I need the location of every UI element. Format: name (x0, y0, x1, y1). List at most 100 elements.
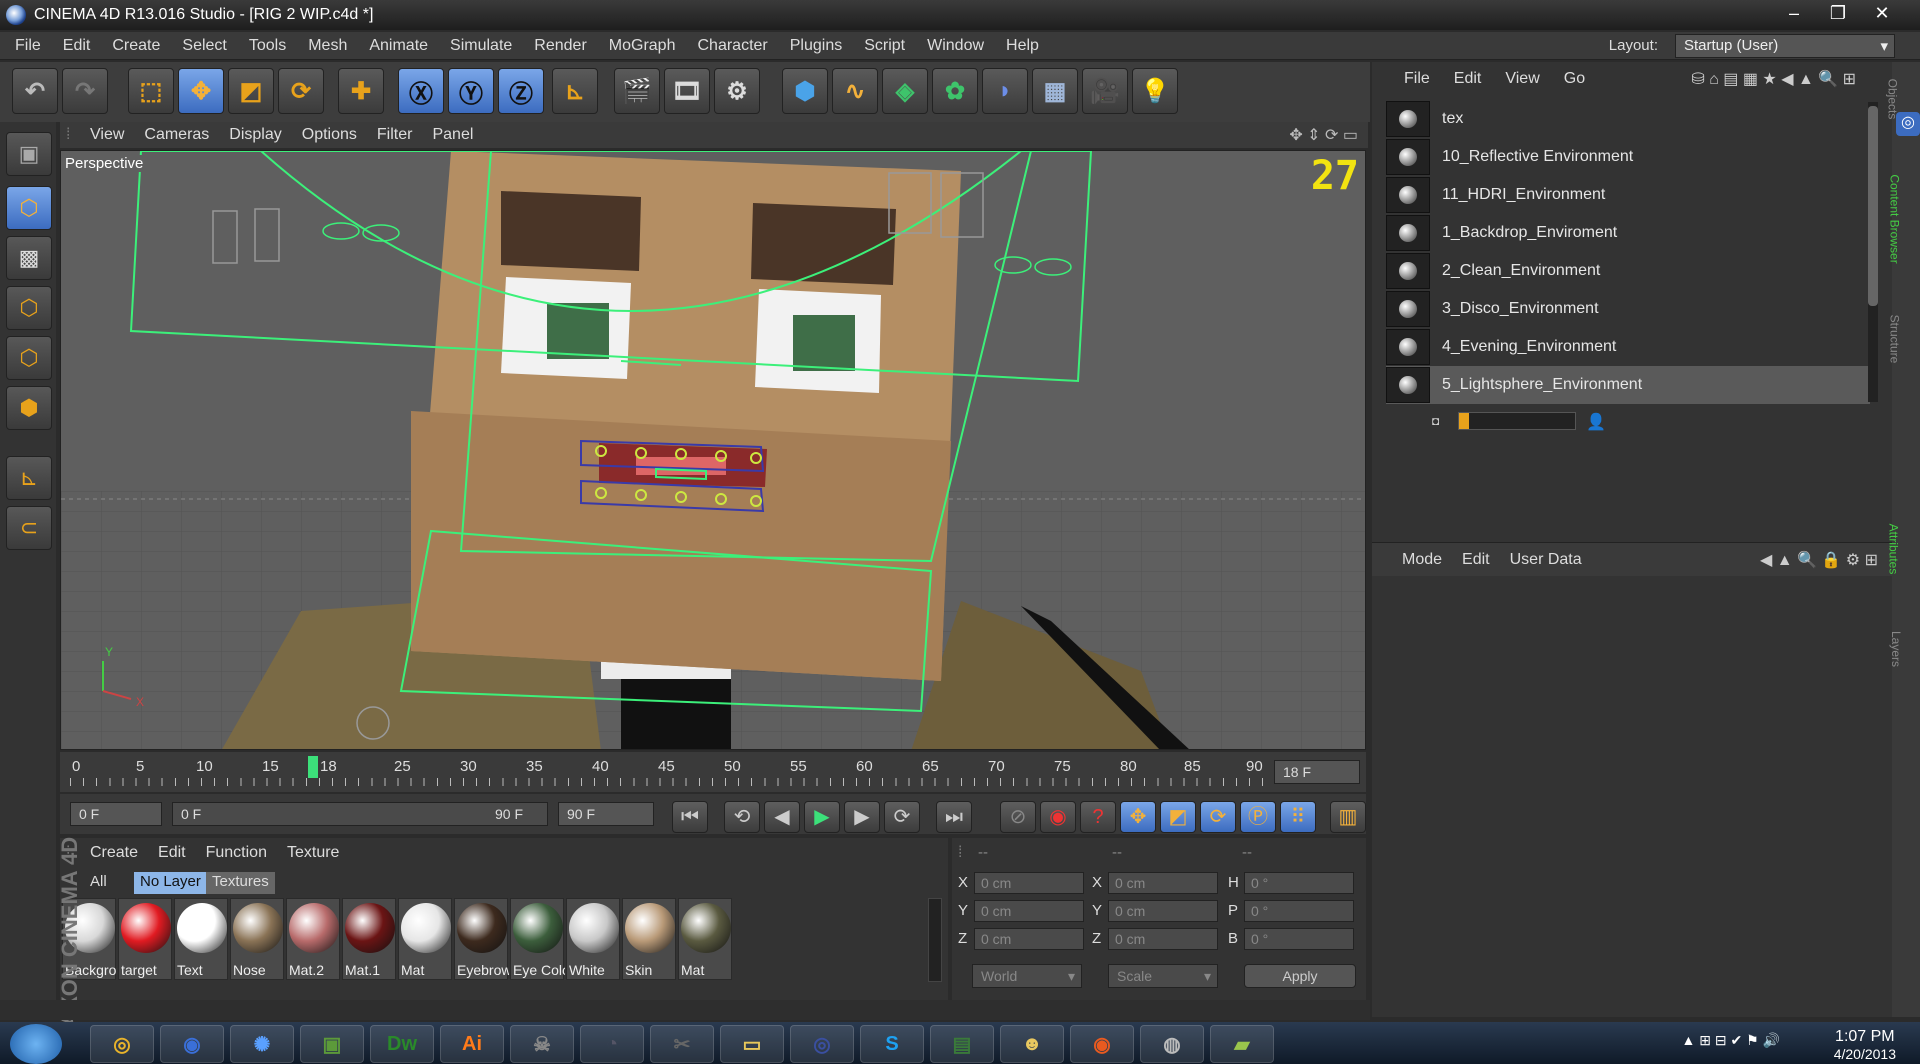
current-frame-marker[interactable] (308, 756, 318, 778)
material-swatch[interactable]: White (566, 898, 620, 980)
object-search-slider[interactable] (1458, 412, 1576, 430)
y-axis-lock-button[interactable]: Ⓨ (448, 68, 494, 114)
menu-animate[interactable]: Animate (358, 37, 439, 55)
range-slider[interactable]: 0 F 90 F (172, 802, 548, 826)
minimize-button[interactable]: ‒ (1774, 0, 1814, 26)
next-frame-button[interactable]: ▶ (844, 801, 880, 833)
close-button[interactable]: ✕ (1862, 0, 1902, 26)
menu-plugins[interactable]: Plugins (779, 37, 853, 55)
record-point-level-button[interactable]: ⠿ (1280, 801, 1316, 833)
coord-value-field[interactable]: 0 cm (974, 928, 1084, 950)
record-position-button[interactable]: ✥ (1120, 801, 1156, 833)
taskbar-app-icon[interactable]: ▭ (720, 1025, 784, 1063)
material-swatch[interactable]: Mat (398, 898, 452, 980)
slider-handle[interactable] (1459, 413, 1469, 429)
play-button[interactable]: ▶ (804, 801, 840, 833)
layout-select[interactable]: Startup (User) ▾ (1675, 34, 1895, 58)
content-browser-icon[interactable]: ◎ (1896, 112, 1920, 136)
timeline-ruler[interactable]: 0 5 10 15 18 25 30 35 40 45 50 55 60 65 … (60, 752, 1366, 792)
viewport-menu-panel[interactable]: Panel (422, 126, 483, 144)
keyframe-selection-button[interactable]: ? (1080, 801, 1116, 833)
material-swatch[interactable]: Skin (622, 898, 676, 980)
array-button[interactable]: ✿ (932, 68, 978, 114)
menu-character[interactable]: Character (686, 37, 778, 55)
coord-value-field[interactable]: 0 ° (1244, 928, 1354, 950)
polygon-mode-button[interactable]: ⬢ (6, 386, 52, 430)
object-menu-edit[interactable]: Edit (1442, 70, 1494, 88)
taskbar-app-icon[interactable]: ☻ (1000, 1025, 1064, 1063)
side-tab-structure[interactable]: Structure (1887, 315, 1901, 364)
taskbar-app-icon[interactable]: ▣ (300, 1025, 364, 1063)
material-swatch[interactable]: Eye Colc (510, 898, 565, 980)
viewport-menu-filter[interactable]: Filter (367, 126, 423, 144)
material-swatch[interactable]: Mat.1 (342, 898, 396, 980)
taskbar-app-icon[interactable]: ▰ (1210, 1025, 1274, 1063)
taskbar-app-icon[interactable]: ◎ (790, 1025, 854, 1063)
object-menu-file[interactable]: File (1392, 70, 1442, 88)
coordinate-tool-button[interactable]: ✚ (338, 68, 384, 114)
menu-file[interactable]: File (4, 37, 52, 55)
record-parameter-button[interactable]: Ⓟ (1240, 801, 1276, 833)
object-list-item[interactable]: 1_Backdrop_Enviroment (1386, 214, 1870, 252)
menu-window[interactable]: Window (916, 37, 995, 55)
taskbar-app-icon[interactable]: ▤ (930, 1025, 994, 1063)
coord-value-field[interactable]: 0 ° (1244, 872, 1354, 894)
object-list-item[interactable]: 4_Evening_Environment (1386, 328, 1870, 366)
taskbar-app-icon[interactable]: S (860, 1025, 924, 1063)
rotate-tool-button[interactable]: ⟳ (278, 68, 324, 114)
material-swatch[interactable]: Nose (230, 898, 284, 980)
viewport-menu-cameras[interactable]: Cameras (134, 126, 219, 144)
start-button[interactable] (10, 1024, 62, 1064)
live-selection-button[interactable]: ⬚ (128, 68, 174, 114)
user-icon[interactable]: 👤 (1586, 412, 1606, 432)
clock[interactable]: 1:07 PM 4/20/2013 (1834, 1028, 1896, 1062)
object-list-item[interactable]: 5_Lightsphere_Environment (1386, 366, 1870, 404)
taskbar-app-icon[interactable]: Ai (440, 1025, 504, 1063)
timeline-window-button[interactable]: ▥ (1330, 801, 1366, 833)
menu-script[interactable]: Script (853, 37, 916, 55)
taskbar-app-icon[interactable]: ☠ (510, 1025, 574, 1063)
x-axis-lock-button[interactable]: Ⓧ (398, 68, 444, 114)
previous-key-button[interactable]: ⟲ (724, 801, 760, 833)
material-swatch[interactable]: Eyebrow (454, 898, 509, 980)
record-keys-button[interactable]: ⊘ (1000, 801, 1036, 833)
viewport-nav-icons[interactable]: ✥ ⇕ ⟳ ▭ (1289, 125, 1358, 145)
go-to-start-button[interactable]: ⏮ (672, 801, 708, 833)
object-manager-toolbar-icons[interactable]: ⛁ ⌂ ▤ ▦ ★ ◀ ▲ 🔍 ⊞ (1691, 69, 1856, 89)
coord-value-field[interactable]: 0 ° (1244, 900, 1354, 922)
start-frame-field[interactable]: 0 F (70, 802, 162, 826)
material-swatch[interactable]: Mat.2 (286, 898, 340, 980)
object-list-item[interactable]: tex (1386, 100, 1870, 138)
perspective-viewport[interactable]: Y X Perspective 27 (60, 150, 1366, 750)
cube-object-button[interactable]: ⬢ (782, 68, 828, 114)
taskbar-app-icon[interactable]: ◉ (1070, 1025, 1134, 1063)
autokey-button[interactable]: ◉ (1040, 801, 1076, 833)
menu-select[interactable]: Select (171, 37, 237, 55)
attr-menu-mode[interactable]: Mode (1392, 551, 1452, 569)
taskbar-app-icon[interactable]: ✂ (650, 1025, 714, 1063)
scroll-thumb[interactable] (1868, 106, 1878, 306)
snap-magnet-button[interactable]: ⊂ (6, 506, 52, 550)
taskbar-app-icon[interactable]: ◎ (90, 1025, 154, 1063)
viewport-menu-options[interactable]: Options (292, 126, 367, 144)
taskbar-app-icon[interactable]: ✺ (230, 1025, 294, 1063)
menu-edit[interactable]: Edit (52, 37, 102, 55)
material-menu-edit[interactable]: Edit (148, 844, 196, 862)
taskbar-app-icon[interactable]: ◍ (1140, 1025, 1204, 1063)
side-tab-content-browser[interactable]: Content Browser (1888, 174, 1902, 263)
next-key-button[interactable]: ⟳ (884, 801, 920, 833)
coord-value-field[interactable]: 0 cm (974, 900, 1084, 922)
material-scrollbar[interactable] (928, 898, 942, 982)
edge-mode-button[interactable]: ⬡ (6, 336, 52, 380)
floor-button[interactable]: ▦ (1032, 68, 1078, 114)
menu-create[interactable]: Create (101, 37, 171, 55)
object-menu-view[interactable]: View (1493, 70, 1551, 88)
attributes-toolbar-icons[interactable]: ◀ ▲ 🔍 🔒 ⚙ ⊞ (1760, 550, 1878, 570)
maximize-button[interactable]: ❐ (1818, 0, 1858, 26)
system-tray-icons[interactable]: ▲ ⊞ ⊟ ✔ ⚑ 🔊 (1682, 1032, 1780, 1049)
menu-help[interactable]: Help (995, 37, 1050, 55)
subdivision-button[interactable]: ◈ (882, 68, 928, 114)
coord-value-field[interactable]: 0 cm (1108, 872, 1218, 894)
attr-menu-edit[interactable]: Edit (1452, 551, 1500, 569)
previous-frame-button[interactable]: ◀ (764, 801, 800, 833)
